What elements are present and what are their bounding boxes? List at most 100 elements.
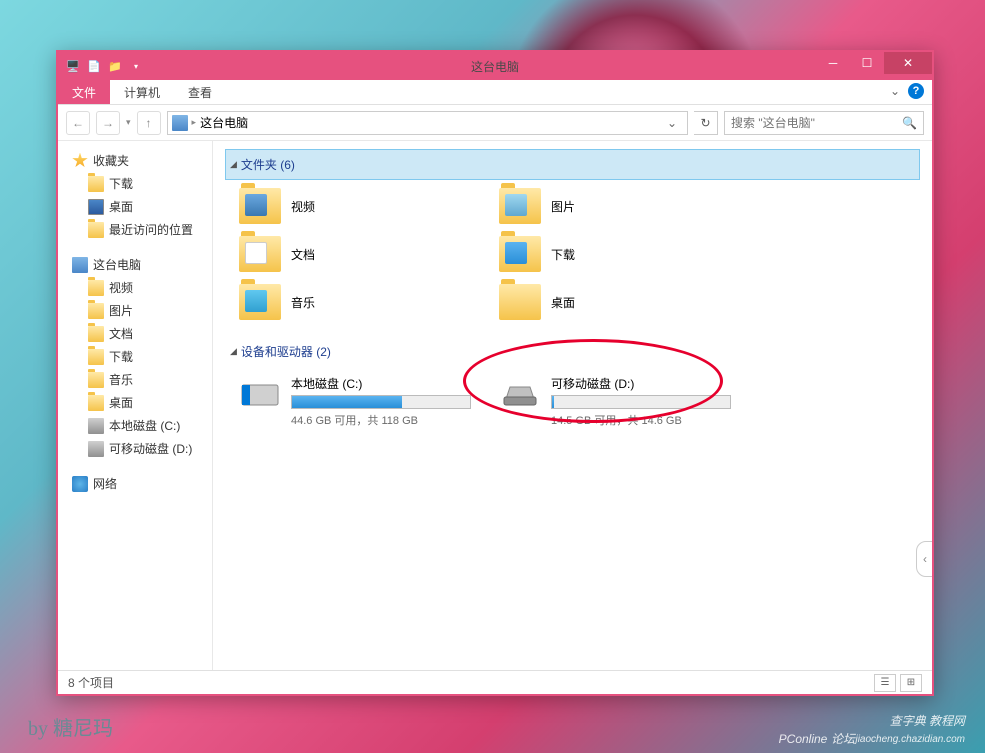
folder-item-music[interactable]: 音乐	[235, 280, 485, 324]
back-button[interactable]: ←	[66, 111, 90, 135]
sidebar-item-downloads[interactable]: 下载	[62, 172, 208, 195]
sidebar-label: 桌面	[109, 198, 133, 215]
preview-pane-toggle[interactable]: ‹	[916, 541, 932, 577]
titlebar[interactable]: 🖥️ 📄 📁 ▾ 这台电脑 ─ ☐ ✕	[58, 52, 932, 80]
tab-view[interactable]: 查看	[174, 80, 226, 104]
status-item-count: 8 个项目	[68, 674, 114, 691]
drive-icon	[88, 441, 104, 457]
star-icon	[72, 153, 88, 169]
folder-item-documents[interactable]: 文档	[235, 232, 485, 276]
folder-icon	[88, 280, 104, 296]
ribbon-expand-icon[interactable]: ⌄	[890, 84, 900, 98]
location-pc-icon	[172, 115, 188, 131]
documents-icon	[245, 242, 267, 264]
sidebar-label: 文档	[109, 325, 133, 342]
drive-icon	[88, 418, 104, 434]
drive-item-d[interactable]: 可移动磁盘 (D:) 14.5 GB 可用，共 14.6 GB	[495, 371, 745, 432]
navigation-bar: ← → ▾ ↑ ▸ 这台电脑 ⌄ ↻ 🔍	[58, 105, 932, 141]
desktop-icon	[88, 199, 104, 215]
search-input[interactable]	[731, 116, 902, 130]
recent-icon	[88, 222, 104, 238]
capacity-bar	[291, 395, 471, 409]
sidebar-item-pictures[interactable]: 图片	[62, 299, 208, 322]
sidebar-label: 视频	[109, 279, 133, 296]
hdd-icon	[239, 375, 281, 411]
qat-newfolder-icon[interactable]: 📁	[106, 57, 124, 75]
window-title: 这台电脑	[471, 58, 519, 75]
folder-label: 文档	[291, 246, 315, 263]
folder-label: 下载	[551, 246, 575, 263]
sidebar-label: 收藏夹	[93, 152, 129, 169]
up-button[interactable]: ↑	[137, 111, 161, 135]
status-bar: 8 个项目 ☰ ⊞	[58, 670, 932, 694]
breadcrumb-separator: ▸	[192, 117, 197, 128]
system-menu-icon[interactable]: 🖥️	[64, 57, 82, 75]
sidebar-item-drivec[interactable]: 本地磁盘 (C:)	[62, 414, 208, 437]
collapse-icon: ◢	[230, 346, 237, 357]
folder-label: 音乐	[291, 294, 315, 311]
details-view-button[interactable]: ☰	[874, 674, 896, 692]
folder-icon	[88, 349, 104, 365]
watermark-pconline: PConline 论坛	[779, 730, 855, 747]
pc-icon	[72, 257, 88, 273]
sidebar-item-thispc[interactable]: 这台电脑	[62, 253, 208, 276]
refresh-button[interactable]: ↻	[694, 111, 718, 135]
capacity-bar	[551, 395, 731, 409]
folder-item-pictures[interactable]: 图片	[495, 184, 745, 228]
tab-file[interactable]: 文件	[58, 80, 110, 104]
search-box[interactable]: 🔍	[724, 111, 924, 135]
sidebar-label: 本地磁盘 (C:)	[109, 417, 180, 434]
folder-icon	[88, 395, 104, 411]
drive-name: 可移动磁盘 (D:)	[551, 375, 741, 392]
group-header-folders[interactable]: ◢文件夹 (6)	[225, 149, 920, 180]
tab-computer[interactable]: 计算机	[110, 80, 174, 104]
help-icon[interactable]: ?	[908, 83, 924, 99]
videos-icon	[245, 194, 267, 216]
folder-item-desktop[interactable]: 桌面	[495, 280, 745, 324]
pictures-icon	[505, 194, 527, 216]
minimize-button[interactable]: ─	[816, 52, 850, 74]
network-icon	[72, 476, 88, 492]
maximize-button[interactable]: ☐	[850, 52, 884, 74]
sidebar-label: 图片	[109, 302, 133, 319]
collapse-icon: ◢	[230, 159, 237, 170]
sidebar-item-favorites[interactable]: 收藏夹	[62, 149, 208, 172]
address-dropdown-icon[interactable]: ⌄	[661, 116, 683, 130]
sidebar-label: 音乐	[109, 371, 133, 388]
search-icon[interactable]: 🔍	[902, 116, 917, 130]
sidebar-item-documents[interactable]: 文档	[62, 322, 208, 345]
address-bar[interactable]: ▸ 这台电脑 ⌄	[167, 111, 688, 135]
watermark-chazidian: 查字典 教程网jiaocheng.chazidian.com	[855, 713, 965, 747]
qat-properties-icon[interactable]: 📄	[85, 57, 103, 75]
music-icon	[245, 290, 267, 312]
close-button[interactable]: ✕	[884, 52, 932, 74]
sidebar-item-recent[interactable]: 最近访问的位置	[62, 218, 208, 241]
removable-drive-icon	[499, 375, 541, 411]
downloads-icon	[505, 242, 527, 264]
address-location[interactable]: 这台电脑	[200, 114, 248, 131]
sidebar-label: 最近访问的位置	[109, 221, 193, 238]
folder-label: 图片	[551, 198, 575, 215]
sidebar-item-desktop[interactable]: 桌面	[62, 195, 208, 218]
navigation-pane: 收藏夹 下载 桌面 最近访问的位置 这台电脑 视频 图片 文档 下载 音乐 桌面…	[58, 141, 213, 693]
sidebar-item-downloads2[interactable]: 下载	[62, 345, 208, 368]
folder-icon	[88, 326, 104, 342]
sidebar-item-videos[interactable]: 视频	[62, 276, 208, 299]
sidebar-item-drived[interactable]: 可移动磁盘 (D:)	[62, 437, 208, 460]
sidebar-item-music[interactable]: 音乐	[62, 368, 208, 391]
folder-icon	[88, 176, 104, 192]
drive-status: 44.6 GB 可用，共 118 GB	[291, 412, 481, 428]
sidebar-item-network[interactable]: 网络	[62, 472, 208, 495]
recent-locations-icon[interactable]: ▾	[126, 117, 131, 128]
tiles-view-button[interactable]: ⊞	[900, 674, 922, 692]
sidebar-label: 可移动磁盘 (D:)	[109, 440, 192, 457]
sidebar-label: 这台电脑	[93, 256, 141, 273]
group-header-drives[interactable]: ◢设备和驱动器 (2)	[225, 336, 920, 367]
folder-item-downloads[interactable]: 下载	[495, 232, 745, 276]
forward-button[interactable]: →	[96, 111, 120, 135]
sidebar-item-desktop2[interactable]: 桌面	[62, 391, 208, 414]
folder-label: 桌面	[551, 294, 575, 311]
folder-item-videos[interactable]: 视频	[235, 184, 485, 228]
qat-dropdown-icon[interactable]: ▾	[127, 57, 145, 75]
drive-item-c[interactable]: 本地磁盘 (C:) 44.6 GB 可用，共 118 GB	[235, 371, 485, 432]
